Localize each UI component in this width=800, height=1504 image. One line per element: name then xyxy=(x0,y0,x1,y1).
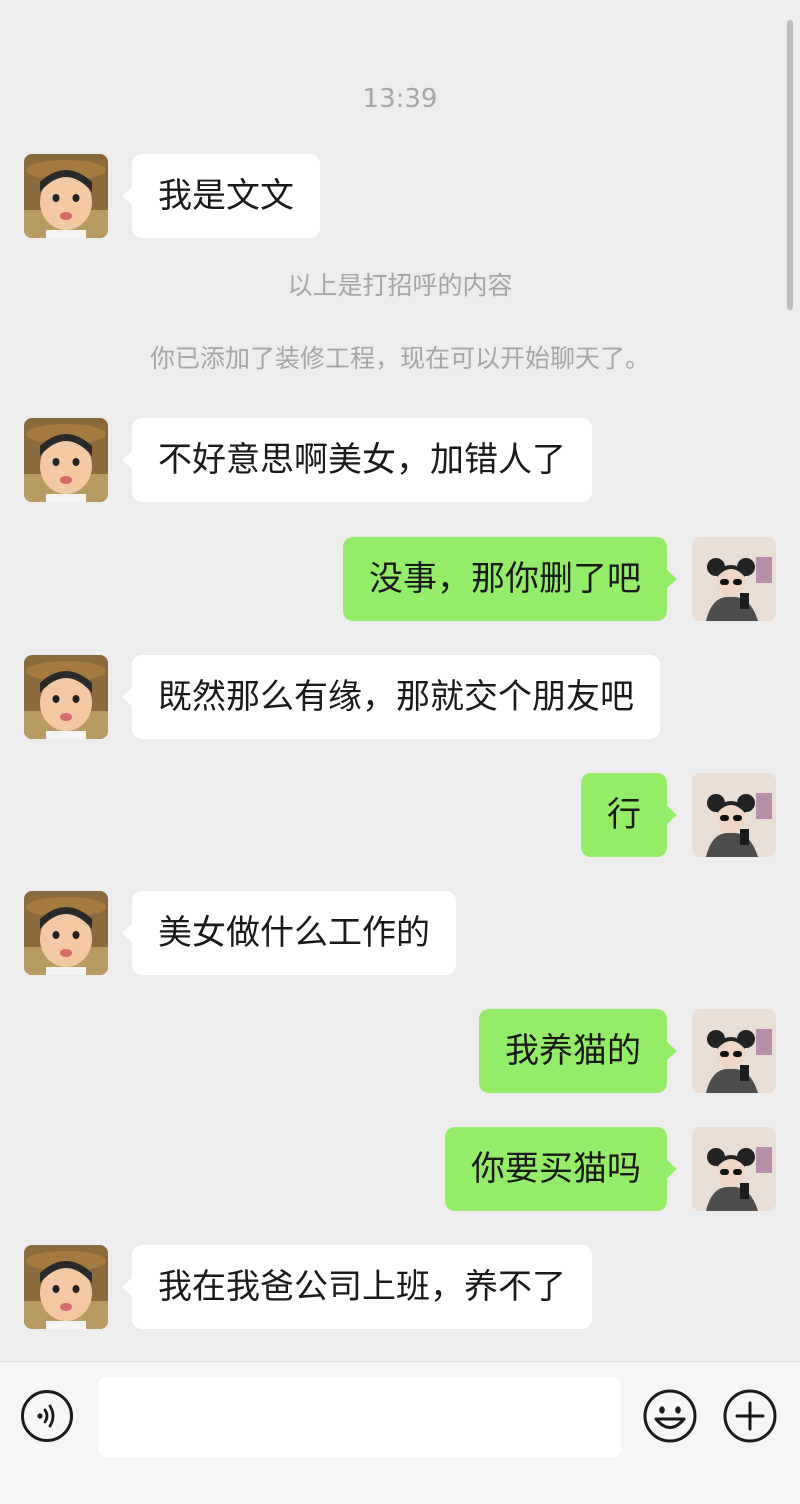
contact-avatar[interactable] xyxy=(24,891,108,975)
message-row: 美女做什么工作的 xyxy=(0,891,800,975)
boy-avatar-image xyxy=(24,655,108,739)
message-row: 不好意思啊美女，加错人了 xyxy=(0,418,800,502)
outgoing-message-bubble[interactable]: 行 xyxy=(581,773,677,857)
outgoing-message-bubble[interactable]: 没事，那你删了吧 xyxy=(343,537,677,621)
voice-button[interactable] xyxy=(21,1390,73,1442)
message-row: 既然那么有缘，那就交个朋友吧 xyxy=(0,655,800,739)
message-timestamp: 13:39 xyxy=(362,84,438,114)
emoji-button[interactable] xyxy=(642,1388,698,1444)
message-row: 没事，那你删了吧 xyxy=(0,537,800,621)
message-row: 我养猫的 xyxy=(0,1009,800,1093)
boy-avatar-image xyxy=(24,418,108,502)
friend-added-note: 你已添加了装修工程，现在可以开始聊天了。 xyxy=(149,344,650,373)
message-input[interactable] xyxy=(98,1377,621,1457)
greeting-note: 以上是打招呼的内容 xyxy=(287,271,513,300)
my-avatar[interactable] xyxy=(692,1127,776,1211)
contact-avatar[interactable] xyxy=(24,1245,108,1329)
chat-input-bar xyxy=(0,1361,800,1504)
message-row: 你要买猫吗 xyxy=(0,1127,800,1211)
more-options-button[interactable] xyxy=(722,1388,778,1444)
contact-avatar[interactable] xyxy=(24,154,108,238)
contact-avatar[interactable] xyxy=(24,655,108,739)
plus-icon xyxy=(723,1389,777,1443)
incoming-message-bubble[interactable]: 我在我爸公司上班，养不了 xyxy=(122,1245,592,1329)
boy-avatar-image xyxy=(24,891,108,975)
boy-avatar-image xyxy=(24,154,108,238)
my-avatar[interactable] xyxy=(692,1009,776,1093)
message-row: 行 xyxy=(0,773,800,857)
incoming-message-bubble[interactable]: 美女做什么工作的 xyxy=(122,891,456,975)
emoji-icon xyxy=(643,1389,697,1443)
boy-avatar-image xyxy=(24,1245,108,1329)
outgoing-message-bubble[interactable]: 你要买猫吗 xyxy=(445,1127,677,1211)
incoming-message-bubble[interactable]: 我是文文 xyxy=(122,154,320,238)
my-avatar[interactable] xyxy=(692,537,776,621)
girl-avatar-image xyxy=(692,1127,776,1211)
message-row: 我在我爸公司上班，养不了 xyxy=(0,1245,800,1329)
incoming-message-bubble[interactable]: 既然那么有缘，那就交个朋友吧 xyxy=(122,655,660,739)
girl-avatar-image xyxy=(692,773,776,857)
contact-avatar[interactable] xyxy=(24,418,108,502)
my-avatar[interactable] xyxy=(692,773,776,857)
message-row: 我是文文 xyxy=(0,154,800,238)
girl-avatar-image xyxy=(692,1009,776,1093)
girl-avatar-image xyxy=(692,537,776,621)
voice-icon xyxy=(37,1404,55,1428)
incoming-message-bubble[interactable]: 不好意思啊美女，加错人了 xyxy=(122,418,592,502)
outgoing-message-bubble[interactable]: 我养猫的 xyxy=(479,1009,677,1093)
